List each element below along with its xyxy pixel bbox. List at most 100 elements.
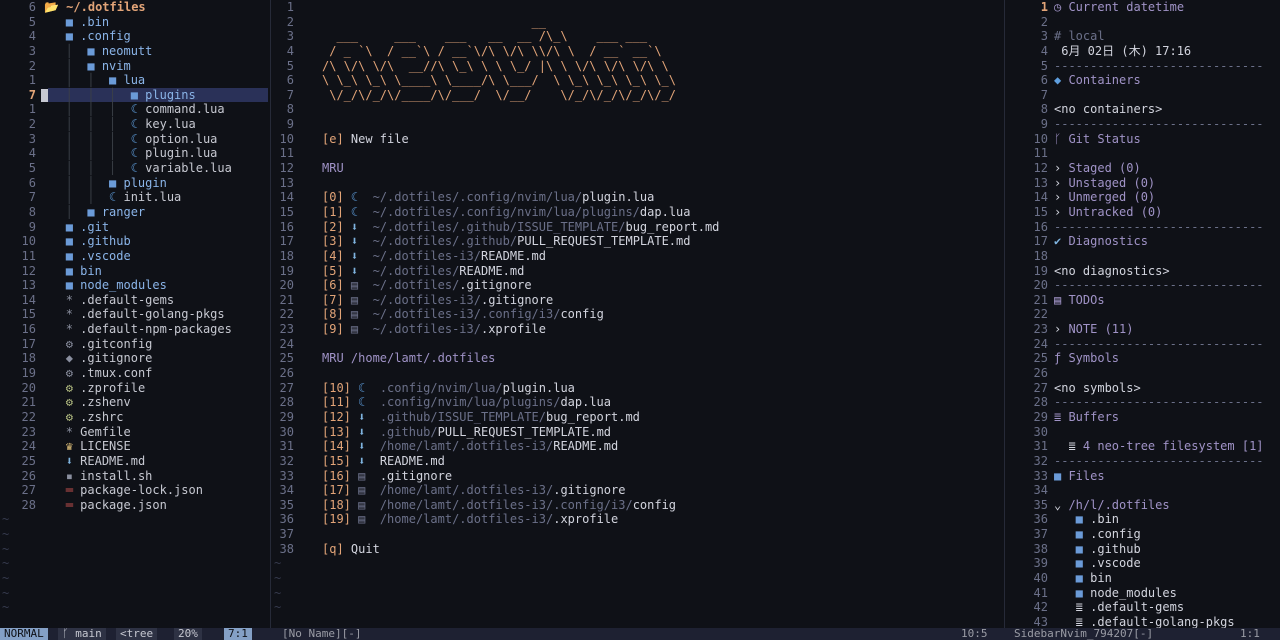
sidebar-line[interactable]: 34: [1006, 483, 1280, 498]
dashboard-entry[interactable]: 18 [4] ⬇ ~/.dotfiles-i3/README.md: [272, 249, 1004, 264]
dashboard-entry[interactable]: 10 [e] New file: [272, 132, 1004, 147]
sidebar-line[interactable]: 41 ■ node_modules: [1006, 586, 1280, 601]
tree-entry[interactable]: ═ package-lock.json: [44, 483, 203, 498]
dashboard-entry[interactable]: 31 [14] ⬇ /home/lamt/.dotfiles-i3/README.…: [272, 439, 1004, 454]
tree-file-row[interactable]: 20 ⚙ .zprofile: [0, 381, 270, 396]
tree-file-row[interactable]: 4 │ │ │ ☾ plugin.lua: [0, 146, 270, 161]
tree-entry[interactable]: ⚙ .zshrc: [44, 410, 124, 425]
sidebar-line[interactable]: 27 <no symbols>: [1006, 381, 1280, 396]
sidebar-line[interactable]: 10 ᚴ Git Status: [1006, 132, 1280, 147]
sidebar-line[interactable]: 28 -----------------------------: [1006, 395, 1280, 410]
sidebar-line[interactable]: 19 <no diagnostics>: [1006, 264, 1280, 279]
file-tree-pane[interactable]: 6 📂 ~/.dotfiles 5 ■ .bin 4 ■ .config 3 │ ■ n…: [0, 0, 270, 628]
tree-entry[interactable]: ♛ LICENSE: [44, 439, 131, 454]
sidebar-line[interactable]: 12 › Staged (0): [1006, 161, 1280, 176]
dashboard-entry[interactable]: 19 [5] ⬇ ~/.dotfiles/README.md: [272, 264, 1004, 279]
sidebar-line[interactable]: 6 ◆ Containers: [1006, 73, 1280, 88]
sidebar-line[interactable]: 16 -----------------------------: [1006, 220, 1280, 235]
tree-folder-row[interactable]: 10 ■ .github: [0, 234, 270, 249]
tree-entry[interactable]: ⬇ README.md: [44, 454, 145, 469]
tree-folder-row[interactable]: 1 │ │ ■ lua: [0, 73, 270, 88]
sidebar-line[interactable]: 4 6月 02日 (木) 17:16: [1006, 44, 1280, 59]
tree-file-row[interactable]: 2 │ │ │ ☾ key.lua: [0, 117, 270, 132]
tree-folder-row[interactable]: 13 ■ node_modules: [0, 278, 270, 293]
sidebar-line[interactable]: 42 ≣ .default-gems: [1006, 600, 1280, 615]
tree-folder-row[interactable]: 3 │ ■ neomutt: [0, 44, 270, 59]
tree-entry[interactable]: │ │ ☾ init.lua: [44, 190, 182, 205]
tree-entry[interactable]: ■ .vscode: [44, 249, 131, 264]
dashboard-entry[interactable]: 15 [1] ☾ ~/.dotfiles/.config/nvim/lua/plu…: [272, 205, 1004, 220]
dashboard-entry[interactable]: 23 [9] ▤ ~/.dotfiles-i3/.xprofile: [272, 322, 1004, 337]
tree-entry[interactable]: ■ .bin: [44, 15, 109, 30]
tree-file-row[interactable]: 14 * .default-gems: [0, 293, 270, 308]
tree-entry[interactable]: ▪ install.sh: [44, 469, 153, 484]
tree-file-row[interactable]: 22 ⚙ .zshrc: [0, 410, 270, 425]
tree-file-row[interactable]: 26 ▪ install.sh: [0, 469, 270, 484]
dashboard-pane[interactable]: 12 __ 3 ___ ___ ___ __ __ /\_\ ___ ___ 4 /…: [272, 0, 1004, 628]
tree-file-row[interactable]: 7 │ │ ☾ init.lua: [0, 190, 270, 205]
tree-folder-row[interactable]: 5 ■ .bin: [0, 15, 270, 30]
dashboard-entry[interactable]: 30 [13] ⬇ .github/PULL_REQUEST_TEMPLATE.m…: [272, 425, 1004, 440]
tree-folder-row[interactable]: 7 │ │ │ ■ plugins: [0, 87, 270, 103]
tree-entry[interactable]: │ │ ■ plugin: [44, 176, 167, 191]
tree-entry[interactable]: ═ package.json: [44, 498, 167, 513]
tree-entry[interactable]: 📂 ~/.dotfiles: [44, 0, 146, 15]
dashboard-entry[interactable]: 34 [17] ▤ /home/lamt/.dotfiles-i3/.gitign…: [272, 483, 1004, 498]
tree-folder-row[interactable]: 4 ■ .config: [0, 29, 270, 44]
dashboard-entry[interactable]: 38 [q] Quit: [272, 542, 1004, 557]
sidebar-line[interactable]: 26: [1006, 366, 1280, 381]
tree-entry[interactable]: ■ node_modules: [44, 278, 167, 293]
sidebar-line[interactable]: 36 ■ .bin: [1006, 512, 1280, 527]
tree-entry[interactable]: ⚙ .tmux.conf: [44, 366, 153, 381]
dashboard-entry[interactable]: 35 [18] ▤ /home/lamt/.dotfiles-i3/.config…: [272, 498, 1004, 513]
tree-folder-row[interactable]: 2 │ ■ nvim: [0, 59, 270, 74]
tree-entry[interactable]: ■ .git: [44, 220, 109, 235]
tree-entry[interactable]: ⚙ .gitconfig: [44, 337, 153, 352]
tree-file-row[interactable]: 25 ⬇ README.md: [0, 454, 270, 469]
tree-file-row[interactable]: 3 │ │ │ ☾ option.lua: [0, 132, 270, 147]
tree-file-row[interactable]: 5 │ │ │ ☾ variable.lua: [0, 161, 270, 176]
tree-entry[interactable]: │ │ │ ☾ plugin.lua: [44, 146, 218, 161]
tree-entry[interactable]: │ │ │ ■ plugins: [44, 88, 196, 103]
tree-file-row[interactable]: 21 ⚙ .zshenv: [0, 395, 270, 410]
dashboard-entry[interactable]: 20 [6] ▤ ~/.dotfiles/.gitignore: [272, 278, 1004, 293]
tree-entry[interactable]: │ ■ nvim: [44, 59, 131, 74]
sidebar-line[interactable]: 31 ≣ 4 neo-tree filesystem [1]: [1006, 439, 1280, 454]
sidebar-line[interactable]: 29 ≣ Buffers: [1006, 410, 1280, 425]
tree-entry[interactable]: │ │ │ ☾ variable.lua: [44, 161, 232, 176]
tree-entry[interactable]: ⚙ .zprofile: [44, 381, 145, 396]
dashboard-entry[interactable]: 17 [3] ⬇ ~/.dotfiles/.github/PULL_REQUEST…: [272, 234, 1004, 249]
tree-entry[interactable]: │ │ ■ lua: [44, 73, 146, 88]
tree-entry[interactable]: ◆ .gitignore: [44, 351, 153, 366]
tree-entry[interactable]: │ │ │ ☾ command.lua: [44, 102, 225, 117]
tree-folder-row[interactable]: 12 ■ bin: [0, 264, 270, 279]
sidebar-line[interactable]: 15 › Untracked (0): [1006, 205, 1280, 220]
tree-entry[interactable]: * .default-npm-packages: [44, 322, 232, 337]
sidebar-line[interactable]: 39 ■ .vscode: [1006, 556, 1280, 571]
sidebar-line[interactable]: 13 › Unstaged (0): [1006, 176, 1280, 191]
sidebar-line[interactable]: 11: [1006, 146, 1280, 161]
tree-folder-row[interactable]: 11 ■ .vscode: [0, 249, 270, 264]
pane-divider[interactable]: [1004, 0, 1005, 628]
tree-file-row[interactable]: 28 ═ package.json: [0, 498, 270, 513]
sidebar-line[interactable]: 22: [1006, 307, 1280, 322]
dashboard-entry[interactable]: 16 [2] ⬇ ~/.dotfiles/.github/ISSUE_TEMPLA…: [272, 220, 1004, 235]
tree-folder-row[interactable]: 6 │ │ ■ plugin: [0, 176, 270, 191]
sidebar-line[interactable]: 5 -----------------------------: [1006, 59, 1280, 74]
tree-folder-row[interactable]: 6 📂 ~/.dotfiles: [0, 0, 270, 15]
sidebar-line[interactable]: 30: [1006, 425, 1280, 440]
sidebar-line[interactable]: 25 ƒ Symbols: [1006, 351, 1280, 366]
tree-folder-row[interactable]: 9 ■ .git: [0, 220, 270, 235]
tree-file-row[interactable]: 18 ◆ .gitignore: [0, 351, 270, 366]
sidebar-line[interactable]: 43 ≣ .default-golang-pkgs: [1006, 615, 1280, 628]
tree-file-row[interactable]: 15 * .default-golang-pkgs: [0, 307, 270, 322]
sidebar-line[interactable]: 8 <no containers>: [1006, 102, 1280, 117]
dashboard-entry[interactable]: 32 [15] ⬇ README.md: [272, 454, 1004, 469]
tree-file-row[interactable]: 19 ⚙ .tmux.conf: [0, 366, 270, 381]
tree-entry[interactable]: │ ■ neomutt: [44, 44, 153, 59]
sidebar-line[interactable]: 33 ■ Files: [1006, 469, 1280, 484]
sidebar-line[interactable]: 38 ■ .github: [1006, 542, 1280, 557]
sidebar-line[interactable]: 21 ▤ TODOs: [1006, 293, 1280, 308]
tree-entry[interactable]: │ │ │ ☾ key.lua: [44, 117, 196, 132]
tree-entry[interactable]: ■ bin: [44, 264, 102, 279]
